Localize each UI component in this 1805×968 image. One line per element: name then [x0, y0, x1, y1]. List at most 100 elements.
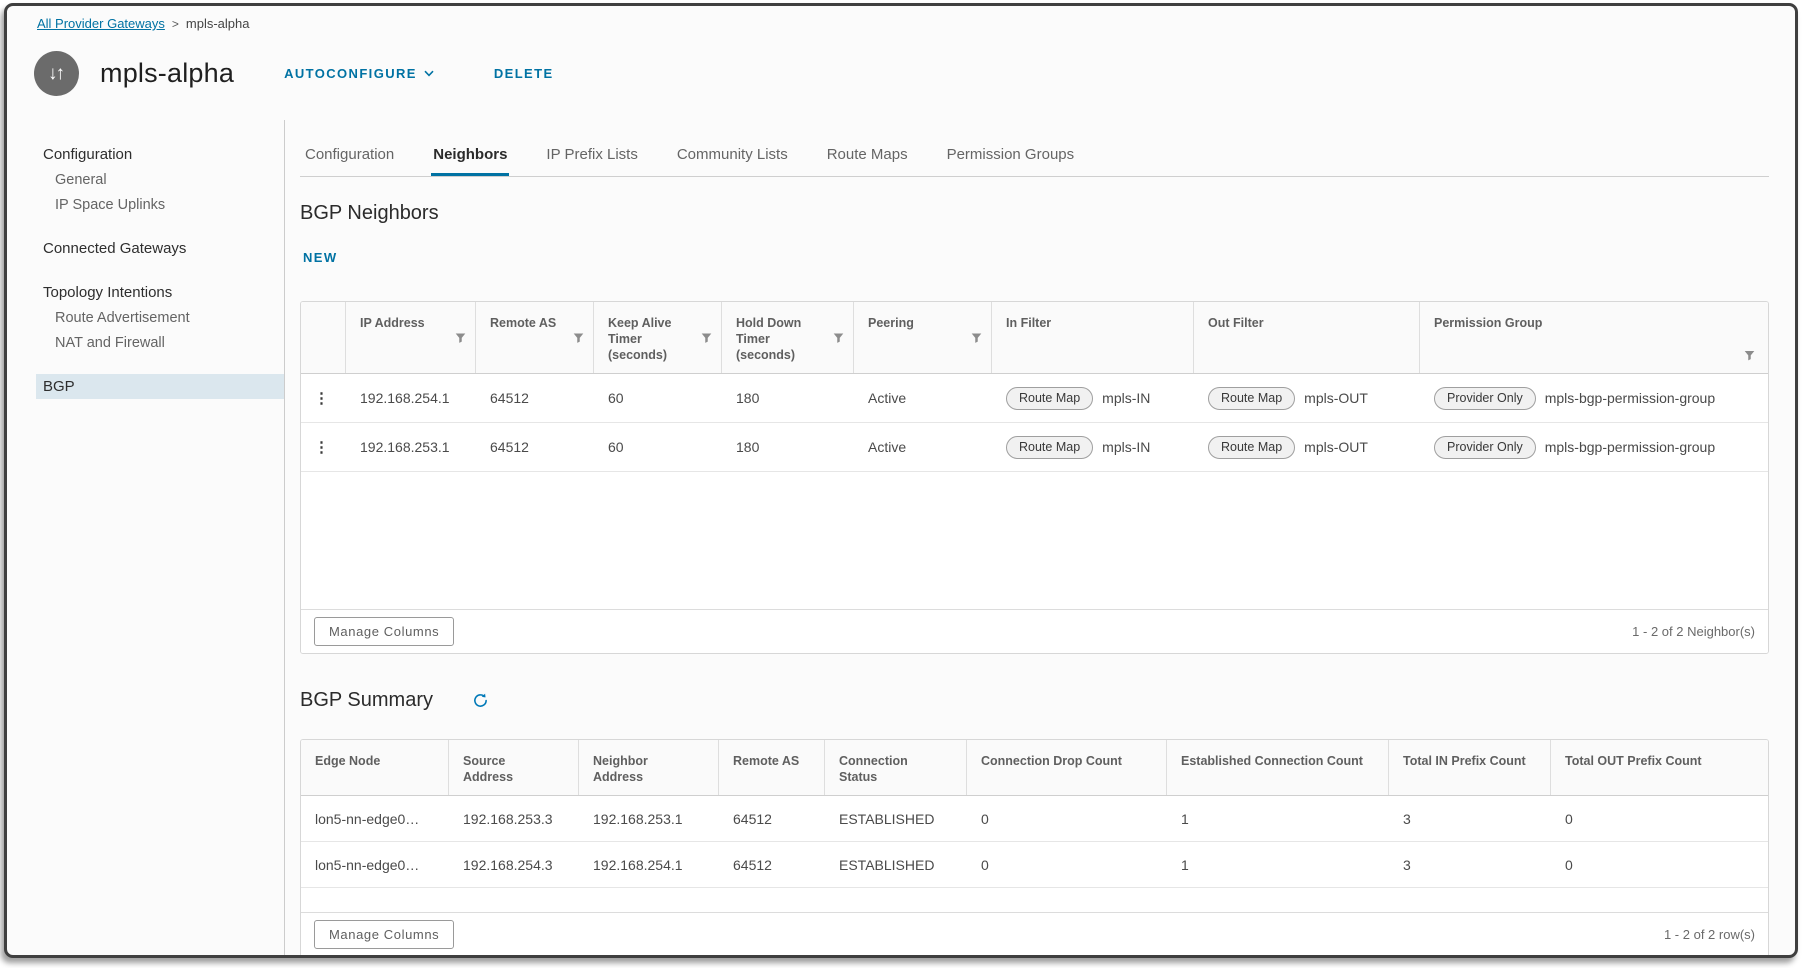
sidebar-item-route-advertisement[interactable]: Route Advertisement	[43, 305, 284, 330]
bgp-neighbors-table: IP Address Remote AS Keep Alive Timer (s…	[300, 301, 1769, 654]
neighbors-table-header: IP Address Remote AS Keep Alive Timer (s…	[301, 302, 1768, 374]
tab-permission-groups[interactable]: Permission Groups	[945, 146, 1077, 176]
cell-hold-down: 180	[722, 374, 854, 422]
neighbors-table-footer: Manage Columns 1 - 2 of 2 Neighbor(s)	[301, 609, 1768, 653]
filter-funnel-icon[interactable]	[1744, 350, 1755, 361]
tab-route-maps[interactable]: Route Maps	[825, 146, 910, 176]
table-empty-area	[301, 888, 1768, 912]
bgp-summary-table: Edge Node Source Address Neighbor Addres…	[300, 739, 1769, 957]
filter-funnel-icon[interactable]	[701, 332, 712, 343]
column-source-address: Source Address	[449, 740, 579, 795]
column-edge-node: Edge Node	[301, 740, 449, 795]
cell-out-filter: Route Map mpls-OUT	[1194, 374, 1420, 422]
column-neighbor-address: Neighbor Address	[579, 740, 719, 795]
sidebar: Configuration General IP Space Uplinks C…	[7, 120, 285, 955]
cell-total-in-prefix-count: 3	[1389, 796, 1551, 841]
page-header: ↓↑ mpls-alpha AUTOCONFIGURE DELETE	[34, 51, 1795, 96]
breadcrumb-link-all-provider-gateways[interactable]: All Provider Gateways	[37, 16, 165, 31]
neighbor-table-row[interactable]: ⋮ 192.168.254.1 64512 60 180 Active Rout…	[301, 374, 1768, 423]
cell-permission-group: Provider Only mpls-bgp-permission-group	[1420, 374, 1768, 422]
sidebar-item-general[interactable]: General	[43, 167, 284, 192]
row-menu-vertical-ellipsis-icon[interactable]: ⋮	[301, 374, 346, 422]
filter-funnel-icon[interactable]	[971, 332, 982, 343]
summary-table-header: Edge Node Source Address Neighbor Addres…	[301, 740, 1768, 796]
column-row-menu	[301, 302, 346, 373]
cell-total-out-prefix-count: 0	[1551, 796, 1768, 841]
column-label: Permission Group	[1434, 316, 1542, 330]
tab-configuration[interactable]: Configuration	[303, 146, 396, 176]
sidebar-item-bgp[interactable]: BGP	[36, 374, 284, 399]
gateway-icon-glyph: ↓↑	[48, 63, 63, 85]
column-label: Neighbor Address	[593, 754, 648, 784]
cell-neighbor-address: 192.168.253.1	[579, 796, 719, 841]
summary-table-row[interactable]: lon5-nn-edge0… 192.168.254.3 192.168.254…	[301, 842, 1768, 888]
app-window: All Provider Gateways > mpls-alpha ↓↑ mp…	[0, 0, 1805, 968]
column-established-connection-count: Established Connection Count	[1167, 740, 1389, 795]
breadcrumb: All Provider Gateways > mpls-alpha	[37, 16, 1795, 31]
cell-keep-alive: 60	[594, 374, 722, 422]
column-label: Edge Node	[315, 754, 380, 768]
cell-in-filter: Route Map mpls-IN	[992, 423, 1194, 471]
cell-connection-status: ESTABLISHED	[825, 842, 967, 887]
cell-established-connection-count: 1	[1167, 842, 1389, 887]
neighbor-table-row[interactable]: ⋮ 192.168.253.1 64512 60 180 Active Rout…	[301, 423, 1768, 472]
row-menu-vertical-ellipsis-icon[interactable]: ⋮	[301, 423, 346, 471]
column-label: Connection Status	[839, 754, 908, 784]
out-filter-value: mpls-OUT	[1304, 390, 1368, 406]
delete-label: DELETE	[494, 66, 554, 81]
refresh-icon[interactable]	[473, 693, 488, 708]
column-remote-as: Remote AS	[719, 740, 825, 795]
tab-ip-prefix-lists[interactable]: IP Prefix Lists	[544, 146, 639, 176]
bgp-neighbors-title: BGP Neighbors	[300, 202, 1769, 225]
cell-hold-down: 180	[722, 423, 854, 471]
cell-source-address: 192.168.253.3	[449, 796, 579, 841]
filter-funnel-icon[interactable]	[833, 332, 844, 343]
column-label: Source Address	[463, 754, 513, 784]
filter-funnel-icon[interactable]	[573, 332, 584, 343]
in-filter-value: mpls-IN	[1102, 390, 1150, 406]
route-map-badge: Route Map	[1006, 387, 1093, 410]
manage-columns-button[interactable]: Manage Columns	[314, 617, 454, 646]
provider-only-badge: Provider Only	[1434, 436, 1536, 459]
manage-columns-button[interactable]: Manage Columns	[314, 920, 454, 949]
sidebar-item-connected-gateways[interactable]: Connected Gateways	[43, 236, 284, 261]
filter-funnel-icon[interactable]	[455, 332, 466, 343]
column-label: Connection Drop Count	[981, 754, 1122, 768]
column-remote-as: Remote AS	[476, 302, 594, 373]
cell-source-address: 192.168.254.3	[449, 842, 579, 887]
breadcrumb-separator-icon: >	[172, 17, 179, 31]
cell-remote-as: 64512	[719, 796, 825, 841]
cell-connection-drop-count: 0	[967, 796, 1167, 841]
summary-table-footer: Manage Columns 1 - 2 of 2 row(s)	[301, 912, 1768, 956]
cell-connection-drop-count: 0	[967, 842, 1167, 887]
sidebar-item-topology-intentions[interactable]: Topology Intentions	[43, 280, 284, 305]
column-peering: Peering	[854, 302, 992, 373]
autoconfigure-label: AUTOCONFIGURE	[284, 66, 417, 81]
cell-remote-as: 64512	[719, 842, 825, 887]
cell-keep-alive: 60	[594, 423, 722, 471]
summary-pagination: 1 - 2 of 2 row(s)	[1664, 927, 1755, 942]
out-filter-value: mpls-OUT	[1304, 439, 1368, 455]
column-label: Remote AS	[733, 754, 799, 768]
column-total-in-prefix-count: Total IN Prefix Count	[1389, 740, 1551, 795]
cell-edge-node: lon5-nn-edge0…	[301, 796, 449, 841]
breadcrumb-current: mpls-alpha	[186, 16, 250, 31]
summary-table-row[interactable]: lon5-nn-edge0… 192.168.253.3 192.168.253…	[301, 796, 1768, 842]
delete-button[interactable]: DELETE	[494, 66, 554, 81]
cell-edge-node: lon5-nn-edge0…	[301, 842, 449, 887]
column-permission-group: Permission Group	[1420, 302, 1768, 373]
sidebar-item-nat-and-firewall[interactable]: NAT and Firewall	[43, 330, 284, 355]
route-map-badge: Route Map	[1208, 387, 1295, 410]
chevron-down-icon	[424, 70, 434, 77]
autoconfigure-button[interactable]: AUTOCONFIGURE	[284, 66, 434, 81]
cell-out-filter: Route Map mpls-OUT	[1194, 423, 1420, 471]
sidebar-item-ip-space-uplinks[interactable]: IP Space Uplinks	[43, 192, 284, 217]
new-neighbor-button[interactable]: NEW	[303, 250, 338, 265]
sidebar-item-configuration[interactable]: Configuration	[43, 142, 284, 167]
neighbors-pagination: 1 - 2 of 2 Neighbor(s)	[1632, 624, 1755, 639]
column-connection-drop-count: Connection Drop Count	[967, 740, 1167, 795]
tab-neighbors[interactable]: Neighbors	[431, 146, 509, 176]
tab-community-lists[interactable]: Community Lists	[675, 146, 790, 176]
bgp-summary-title: BGP Summary	[300, 689, 433, 712]
cell-established-connection-count: 1	[1167, 796, 1389, 841]
